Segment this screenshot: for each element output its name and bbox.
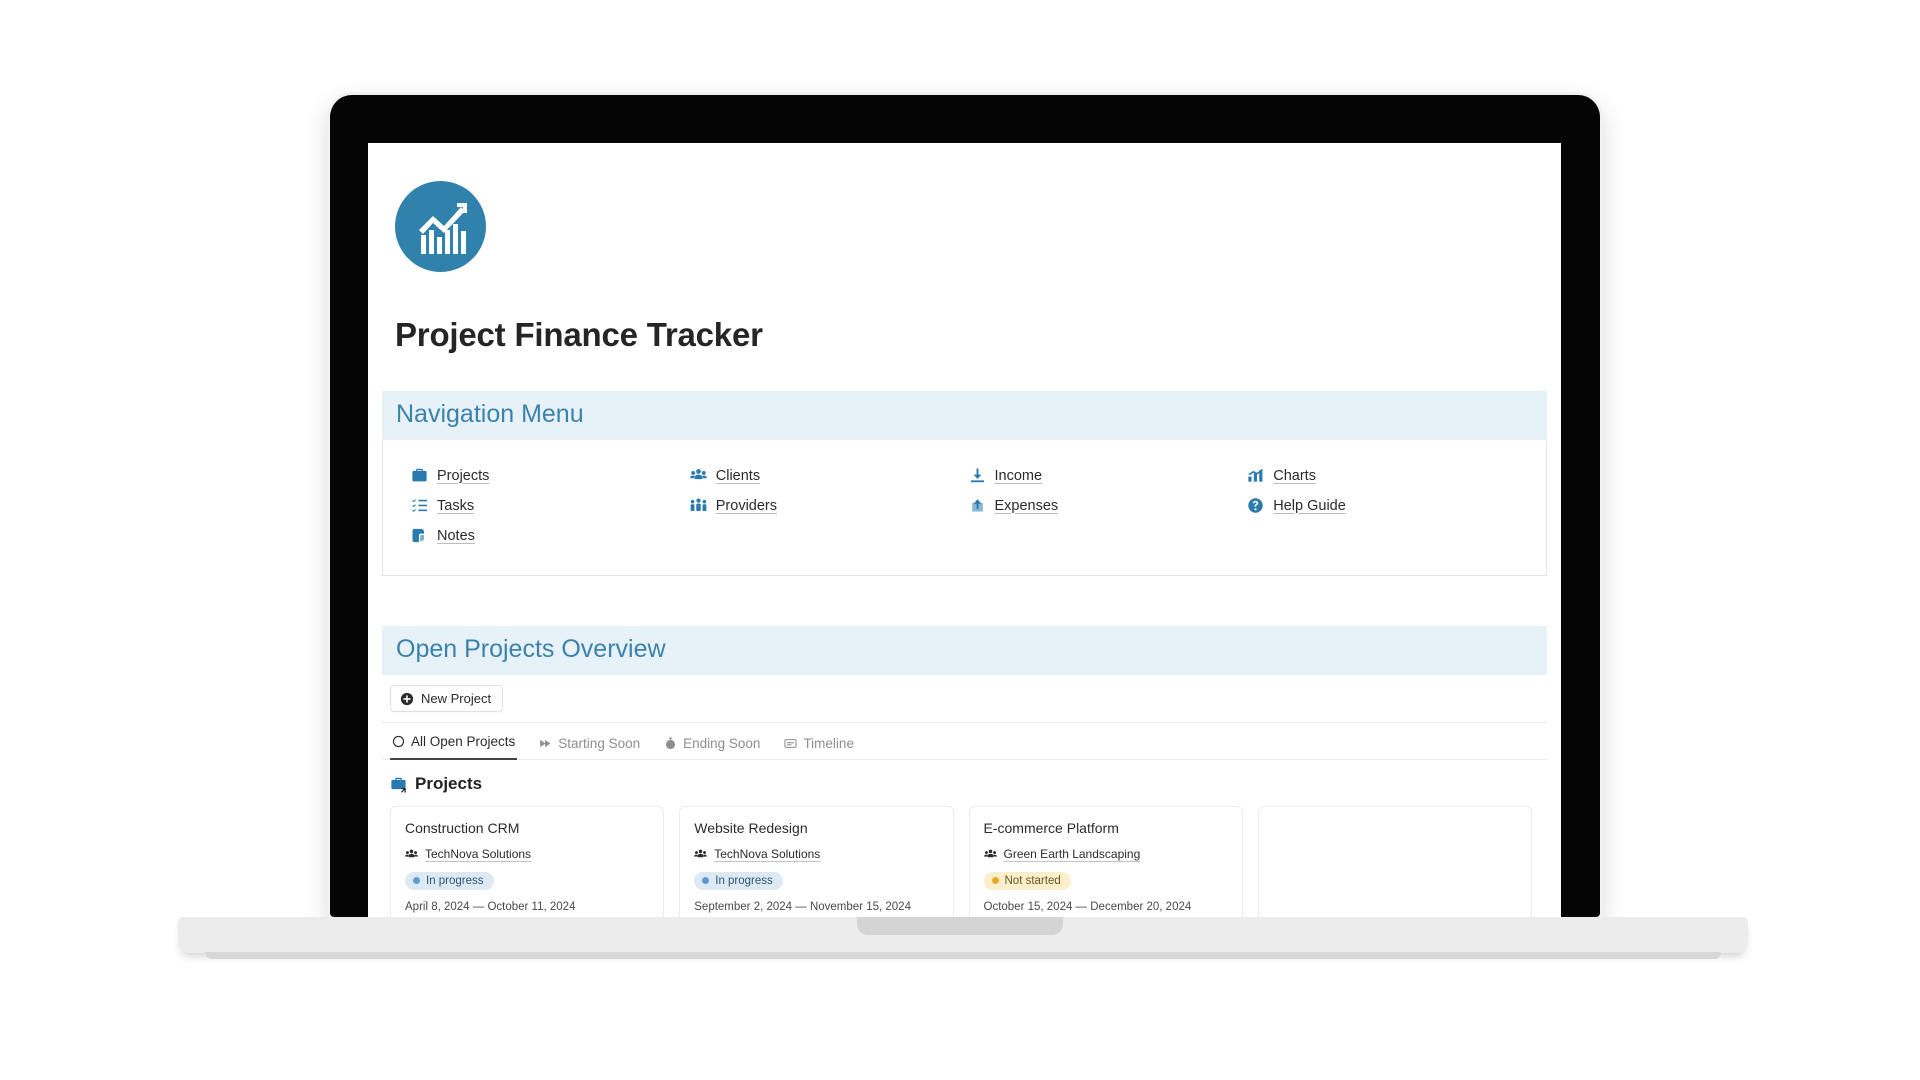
project-client[interactable]: Green Earth Landscaping bbox=[983, 847, 1228, 861]
app-page: Project Finance Tracker Navigation Menu … bbox=[368, 143, 1561, 917]
nav-column-2: Clients Providers bbox=[690, 462, 969, 549]
laptop-base-lip bbox=[205, 952, 1721, 959]
project-dates: April 8, 2024 — October 11, 2024 bbox=[405, 900, 576, 913]
plus-circle-icon bbox=[400, 692, 414, 706]
sidebar-item-projects[interactable]: Projects bbox=[411, 462, 489, 489]
status-dot-icon bbox=[413, 877, 420, 884]
tab-ending-soon[interactable]: Ending Soon bbox=[662, 734, 762, 760]
sidebar-item-label: Tasks bbox=[437, 497, 475, 514]
sidebar-item-notes[interactable]: Notes bbox=[411, 522, 475, 549]
project-card-placeholder[interactable] bbox=[1257, 806, 1532, 917]
sidebar-item-label: Clients bbox=[715, 467, 761, 484]
status-dot-icon bbox=[991, 877, 999, 884]
sidebar-item-label: Projects bbox=[437, 467, 490, 484]
tab-label: Starting Soon bbox=[558, 736, 641, 751]
screenshot-stage: Project Finance Tracker Navigation Menu … bbox=[0, 0, 1920, 1080]
status-badge-label: In progress bbox=[715, 874, 773, 887]
project-client-label: TechNova Solutions bbox=[714, 847, 821, 861]
tab-label: All Open Projects bbox=[411, 734, 516, 749]
sidebar-item-label: Income bbox=[994, 467, 1043, 484]
question-circle-icon bbox=[1247, 497, 1264, 514]
project-client-label: TechNova Solutions bbox=[425, 847, 532, 861]
sidebar-item-providers[interactable]: Providers bbox=[690, 492, 777, 519]
sidebar-item-label: Charts bbox=[1273, 467, 1316, 484]
sidebar-item-tasks[interactable]: Tasks bbox=[411, 492, 474, 519]
status-badge-label: In progress bbox=[426, 874, 484, 887]
status-badge: In progress bbox=[405, 871, 494, 890]
navigation-grid: Projects Tasks Notes Clients Providers I… bbox=[383, 462, 1546, 549]
sidebar-item-income[interactable]: Income bbox=[969, 462, 1043, 489]
sidebar-item-label: Expenses bbox=[994, 497, 1059, 514]
navigation-menu-band: Navigation Menu bbox=[382, 391, 1547, 440]
sidebar-item-expenses[interactable]: Expenses bbox=[969, 492, 1059, 519]
project-client[interactable]: TechNova Solutions bbox=[405, 847, 649, 861]
project-title: Construction CRM bbox=[405, 820, 520, 836]
projects-card-grid: Construction CRM TechNova Solutions In p… bbox=[382, 806, 1547, 917]
fast-forward-icon bbox=[539, 737, 552, 750]
people-row-icon bbox=[690, 497, 707, 514]
projects-heading: Projects bbox=[382, 760, 1547, 806]
sidebar-item-charts[interactable]: Charts bbox=[1247, 462, 1316, 489]
project-card[interactable]: E-commerce Platform Green Earth Landscap… bbox=[968, 806, 1243, 917]
project-card[interactable]: Website Redesign TechNova Solutions In p… bbox=[679, 806, 954, 917]
overview-tabs: All Open Projects Starting Soon Ending S… bbox=[382, 723, 1547, 760]
laptop-screen: Project Finance Tracker Navigation Menu … bbox=[368, 143, 1561, 917]
download-arrow-icon bbox=[969, 467, 986, 484]
people-group-icon bbox=[690, 467, 707, 484]
tab-timeline[interactable]: Timeline bbox=[782, 734, 856, 760]
project-client[interactable]: TechNova Solutions bbox=[694, 847, 938, 861]
project-title: E-commerce Platform bbox=[983, 820, 1119, 836]
project-dates: October 15, 2024 — December 20, 2024 bbox=[983, 900, 1192, 913]
note-icon bbox=[411, 527, 428, 544]
project-title: Website Redesign bbox=[694, 820, 808, 836]
sidebar-item-label: Providers bbox=[715, 497, 777, 514]
tab-label: Ending Soon bbox=[683, 736, 761, 751]
briefcase-link-icon bbox=[390, 776, 407, 793]
tab-label: Timeline bbox=[803, 736, 854, 751]
timeline-icon bbox=[784, 737, 797, 750]
status-badge: Not started bbox=[983, 871, 1071, 890]
sidebar-item-label: Help Guide bbox=[1273, 497, 1346, 514]
briefcase-icon bbox=[411, 467, 428, 484]
people-group-icon bbox=[405, 848, 418, 861]
new-project-button[interactable]: New Project bbox=[390, 685, 504, 712]
status-dot-icon bbox=[702, 877, 710, 884]
projects-heading-label: Projects bbox=[415, 774, 483, 793]
sidebar-item-help-guide[interactable]: Help Guide bbox=[1247, 492, 1346, 519]
sidebar-item-label: Notes bbox=[437, 527, 475, 544]
status-badge-label: Not started bbox=[1004, 874, 1061, 887]
project-card[interactable]: Construction CRM TechNova Solutions In p… bbox=[390, 806, 665, 917]
project-dates: September 2, 2024 — November 15, 2024 bbox=[694, 900, 911, 913]
circle-icon bbox=[392, 735, 405, 748]
page-title: Project Finance Tracker bbox=[395, 316, 763, 353]
sidebar-item-clients[interactable]: Clients bbox=[690, 462, 760, 489]
nav-column-4: Charts Help Guide bbox=[1247, 462, 1526, 549]
stopwatch-icon bbox=[664, 737, 677, 750]
people-group-icon bbox=[983, 848, 997, 861]
project-client-label: Green Earth Landscaping bbox=[1003, 847, 1141, 861]
nav-column-3: Income Expenses bbox=[969, 462, 1248, 549]
nav-column-1: Projects Tasks Notes bbox=[411, 462, 690, 549]
overview-toolbar: New Project bbox=[382, 675, 1547, 723]
tab-all-open-projects[interactable]: All Open Projects bbox=[390, 732, 518, 760]
logo-container bbox=[382, 143, 1547, 272]
navigation-menu-panel: Projects Tasks Notes Clients Providers I… bbox=[382, 440, 1547, 576]
people-group-icon bbox=[694, 848, 708, 861]
status-badge: In progress bbox=[694, 871, 783, 890]
bar-chart-growth-icon bbox=[395, 181, 486, 272]
laptop-trackpad-notch bbox=[857, 917, 1063, 935]
checklist-icon bbox=[411, 497, 428, 514]
upload-arrow-icon bbox=[969, 497, 986, 514]
tab-starting-soon[interactable]: Starting Soon bbox=[537, 734, 642, 760]
new-project-label: New Project bbox=[421, 691, 492, 706]
bar-chart-icon bbox=[1247, 467, 1264, 484]
open-projects-overview-band: Open Projects Overview bbox=[382, 626, 1547, 675]
